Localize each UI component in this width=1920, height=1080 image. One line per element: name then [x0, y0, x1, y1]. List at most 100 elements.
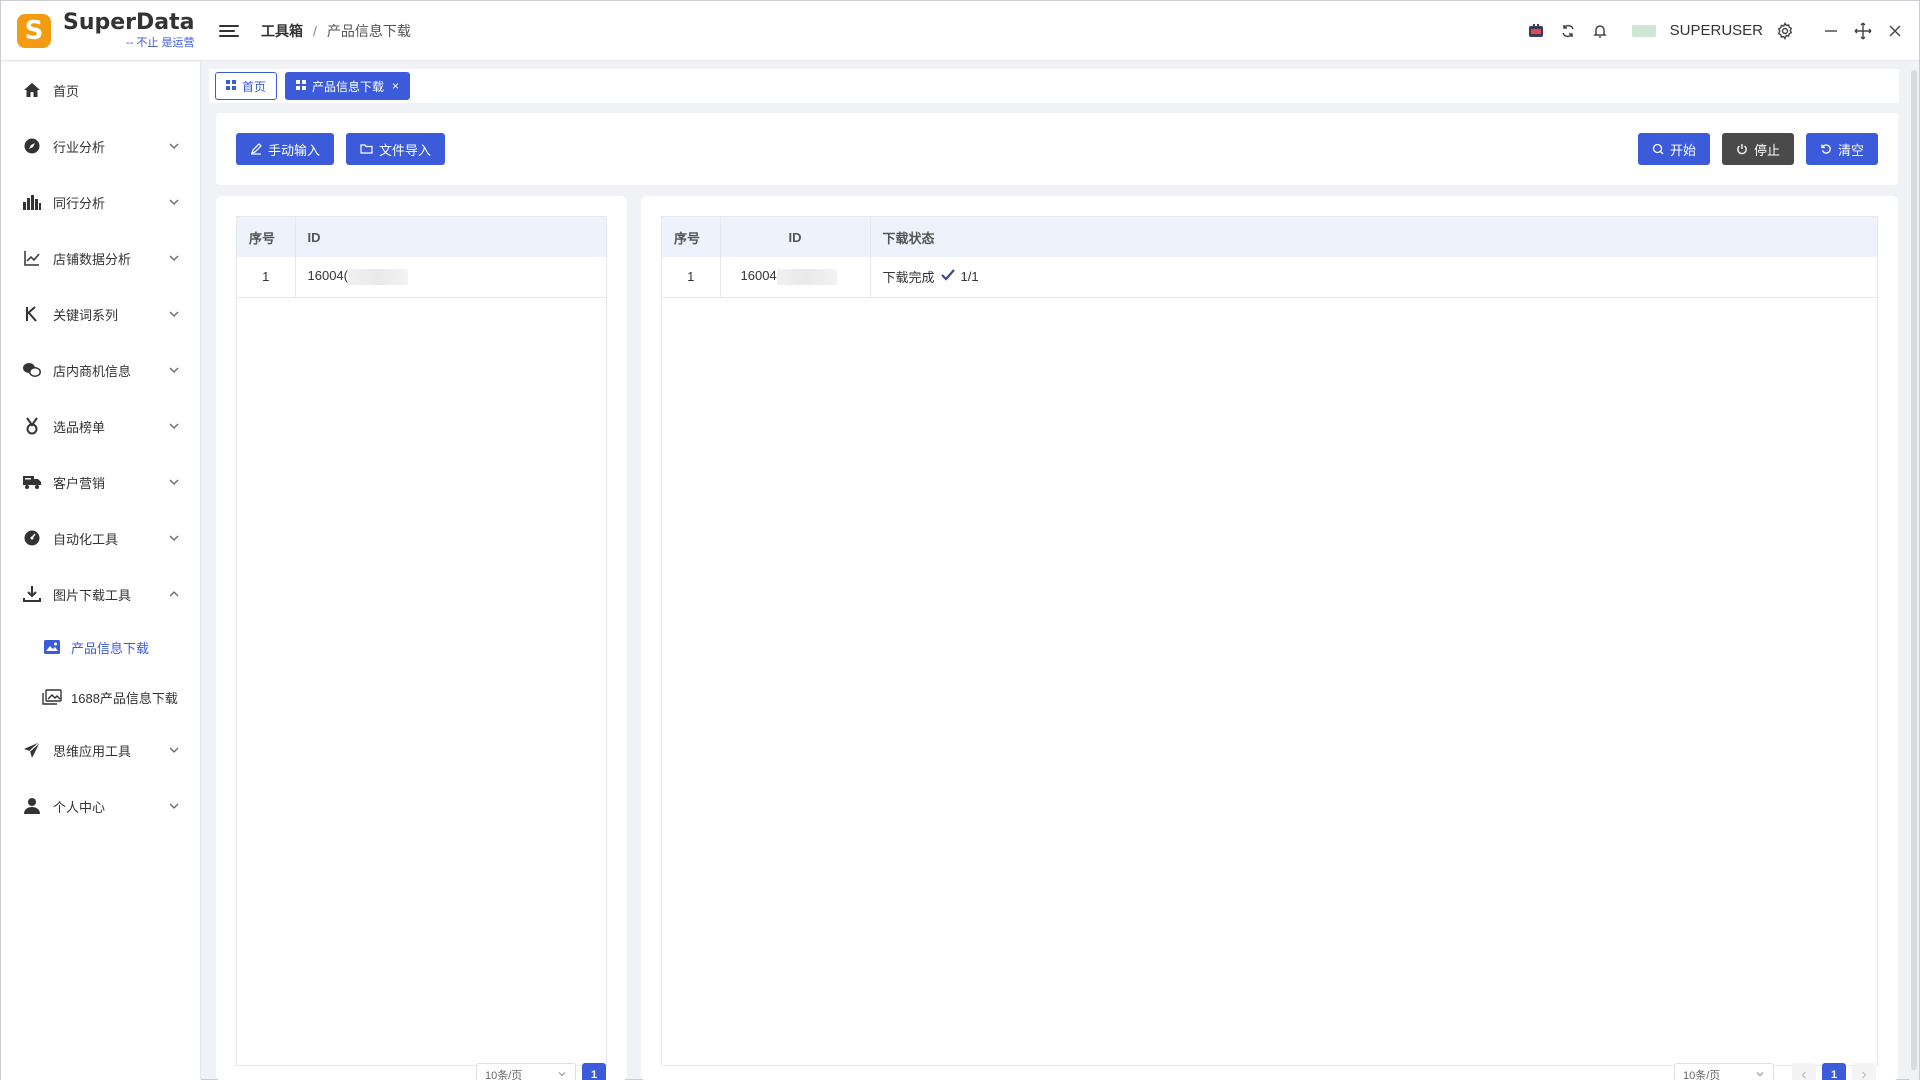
- redacted-mask: [776, 269, 837, 286]
- progress-text: 1/1: [960, 269, 979, 285]
- column-header-index: 序号: [237, 217, 296, 257]
- user-menu[interactable]: SUPERUSER: [1631, 22, 1763, 39]
- gear-icon[interactable]: [1775, 21, 1795, 41]
- sidebar-item-label: 店铺数据分析: [53, 251, 132, 267]
- avatar: [1631, 24, 1656, 37]
- page-button-current[interactable]: 1: [582, 1063, 606, 1080]
- chevron-down-icon: [168, 252, 180, 264]
- redacted-mask: [347, 269, 408, 286]
- breadcrumb-root[interactable]: 工具箱: [261, 21, 303, 41]
- sidebar-item-shop-data[interactable]: 店铺数据分析: [1, 230, 200, 286]
- sidebar-item-label: 同行分析: [53, 195, 106, 211]
- grid-icon: [226, 79, 236, 93]
- pagination-left: 10条/页 1: [476, 1063, 606, 1080]
- translate-icon[interactable]: [1526, 21, 1546, 41]
- app-name: SuperData: [63, 10, 195, 35]
- cell-index: 1: [237, 257, 296, 297]
- sidebar-subitem-1688-download[interactable]: 1688产品信息下载: [1, 672, 200, 722]
- close-window-icon[interactable]: [1885, 21, 1905, 41]
- sidebar-item-label: 自动化工具: [53, 531, 119, 547]
- pagination-right: 10条/页 1: [1674, 1063, 1876, 1080]
- page-size-select[interactable]: 10条/页: [1674, 1063, 1774, 1080]
- sidebar-item-personal-center[interactable]: 个人中心: [1, 778, 200, 834]
- k-letter-icon: [21, 303, 43, 325]
- sidebar-item-home[interactable]: 首页: [1, 62, 200, 118]
- download-status-panel: 序号 ID 下载状态 1 16004 下载完成 1/1 10条/页 1: [641, 196, 1898, 1080]
- menu-toggle-button[interactable]: [219, 21, 239, 41]
- minimize-icon[interactable]: [1821, 21, 1841, 41]
- sidebar-item-image-download[interactable]: 图片下载工具: [1, 566, 200, 622]
- page-size-select[interactable]: 10条/页: [476, 1063, 576, 1080]
- tab-product-info-download[interactable]: 产品信息下载 ×: [285, 72, 411, 100]
- sidebar-item-automation[interactable]: 自动化工具: [1, 510, 200, 566]
- clear-button[interactable]: 清空: [1805, 133, 1878, 165]
- grid-icon: [296, 79, 307, 93]
- sidebar-item-label: 图片下载工具: [53, 587, 132, 603]
- reset-icon: [1820, 143, 1832, 155]
- table-row[interactable]: 1 16004 下载完成 1/1: [662, 257, 1877, 297]
- table-row[interactable]: 1 16004(: [237, 257, 606, 297]
- username: SUPERUSER: [1669, 22, 1763, 39]
- button-label: 停止: [1753, 142, 1780, 158]
- sidebar-subitem-product-info-download[interactable]: 产品信息下载: [1, 622, 200, 672]
- id-text: 16004: [740, 268, 777, 284]
- column-header-status: 下载状态: [882, 230, 935, 246]
- start-button[interactable]: 开始: [1637, 133, 1710, 165]
- power-icon: [1736, 143, 1748, 155]
- prev-page-button[interactable]: [1792, 1063, 1816, 1080]
- cell-index: 1: [662, 257, 721, 297]
- id-text: 16004(: [307, 268, 348, 284]
- search-icon: [1652, 143, 1664, 155]
- chevron-down-icon: [168, 140, 180, 152]
- folder-icon: [360, 143, 373, 155]
- send-icon: [21, 739, 43, 761]
- sidebar-item-industry[interactable]: 行业分析: [1, 118, 200, 174]
- sidebar-item-label: 行业分析: [53, 139, 106, 155]
- next-page-button[interactable]: [1852, 1063, 1876, 1080]
- chevron-down-icon: [1755, 1069, 1765, 1080]
- tab-home[interactable]: 首页: [215, 72, 278, 100]
- sidebar-item-selection-ranking[interactable]: 选品榜单: [1, 398, 200, 454]
- tab-label: 产品信息下载: [312, 79, 385, 94]
- chevron-up-icon: [168, 588, 180, 600]
- chevron-down-icon: [168, 532, 180, 544]
- sidebar-item-label: 思维应用工具: [53, 743, 132, 759]
- column-header-index: 序号: [662, 217, 721, 257]
- column-header-id: ID: [307, 229, 321, 245]
- sidebar-item-keywords[interactable]: 关键词系列: [1, 286, 200, 342]
- sidebar-item-shop-opportunity[interactable]: 店内商机信息: [1, 342, 200, 398]
- top-bar: S SuperData -- 不止 是运营 工具箱 / 产品信息下载 SUPER…: [1, 1, 1919, 61]
- refresh-icon[interactable]: [1558, 21, 1578, 41]
- sidebar-item-label: 关键词系列: [53, 307, 119, 323]
- manual-input-button[interactable]: 手动输入: [236, 133, 335, 165]
- page-button-current[interactable]: 1: [1822, 1063, 1846, 1080]
- tab-label: 首页: [242, 79, 267, 94]
- close-icon[interactable]: ×: [392, 79, 399, 93]
- chevron-down-icon: [168, 420, 180, 432]
- sidebar-item-mindset-tools[interactable]: 思维应用工具: [1, 722, 200, 778]
- page-size-label: 10条/页: [1683, 1070, 1721, 1080]
- chevron-down-icon: [168, 308, 180, 320]
- app-slogan: -- 不止 是运营: [126, 37, 195, 49]
- bar-chart-icon: [21, 191, 43, 213]
- file-import-button[interactable]: 文件导入: [346, 133, 446, 165]
- chevron-down-icon: [168, 744, 180, 756]
- cell-id: 16004(: [295, 257, 606, 297]
- stop-button[interactable]: 停止: [1721, 133, 1794, 165]
- images-icon: [41, 686, 63, 708]
- chevron-down-icon: [168, 476, 180, 488]
- tab-strip: 首页 产品信息下载 ×: [209, 69, 1899, 103]
- move-icon[interactable]: [1853, 21, 1873, 41]
- sidebar-item-label: 客户营销: [53, 475, 106, 491]
- bell-icon[interactable]: [1590, 21, 1610, 41]
- sidebar-item-peer[interactable]: 同行分析: [1, 174, 200, 230]
- chevron-down-icon: [168, 196, 180, 208]
- logo: S SuperData -- 不止 是运营: [1, 1, 201, 61]
- sidebar: 首页 行业分析 同行分析 店铺数据分析 关键词系列 店内商机信息 选品榜单 客户…: [1, 62, 201, 1080]
- compass-icon: [21, 135, 43, 157]
- pencil-icon: [250, 143, 262, 155]
- page-scrollbar[interactable]: [1909, 62, 1919, 1080]
- sidebar-item-label: 个人中心: [53, 799, 106, 815]
- sidebar-item-customer-marketing[interactable]: 客户营销: [1, 454, 200, 510]
- scrollbar-thumb[interactable]: [1911, 70, 1917, 1070]
